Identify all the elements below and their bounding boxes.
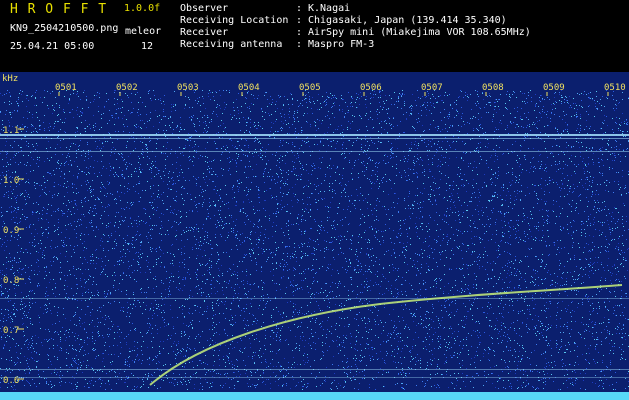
info-sep: : bbox=[296, 3, 303, 14]
file-name: KN9_2504210500.png bbox=[10, 23, 119, 34]
spectrogram-canvas: kHz 1.1 1.0 0.9 0.8 0.7 0.6 0501 0502 0503 0504 050… bbox=[0, 72, 629, 400]
carrier-line bbox=[0, 151, 629, 152]
info-value-receiver: AirSpy mini (Miakejima VOR 108.65MHz) bbox=[308, 27, 531, 38]
y-unit-label: kHz bbox=[2, 74, 18, 84]
y-tick-label: 0.6 bbox=[3, 376, 19, 386]
y-tick-label: 0.7 bbox=[3, 326, 19, 336]
y-tick-label: 0.8 bbox=[3, 276, 19, 286]
info-label-antenna: Receiving antenna bbox=[180, 39, 283, 50]
info-label-observer: Observer bbox=[180, 3, 229, 14]
carrier-line bbox=[0, 369, 629, 370]
info-label-receiver: Receiver bbox=[180, 27, 229, 38]
app-version: 1.0.0f bbox=[124, 3, 161, 14]
x-tick-label: 0507 bbox=[421, 83, 443, 93]
x-tick-label: 0503 bbox=[177, 83, 199, 93]
info-sep: : bbox=[296, 27, 303, 38]
app-title: H R O F F T bbox=[10, 2, 108, 17]
x-tick-label: 0505 bbox=[299, 83, 321, 93]
carrier-line bbox=[0, 138, 629, 139]
info-label-location: Receiving Location bbox=[180, 15, 289, 26]
carrier-line bbox=[0, 377, 629, 378]
info-sep: : bbox=[296, 39, 303, 50]
info-value-antenna: Maspro FM-3 bbox=[308, 39, 375, 50]
x-tick-label: 0504 bbox=[238, 83, 260, 93]
x-tick-label: 0502 bbox=[116, 83, 138, 93]
carrier-line bbox=[0, 298, 629, 299]
bottom-band bbox=[0, 392, 629, 400]
info-sep: : bbox=[296, 15, 303, 26]
y-tick-label: 0.9 bbox=[3, 226, 19, 236]
header: H R O F F T 1.0.0f KN9_2504210500.png me… bbox=[0, 0, 629, 72]
mode-label: meleor bbox=[125, 26, 162, 37]
carrier-line bbox=[0, 134, 629, 136]
info-value-location: Chigasaki, Japan (139.414 35.340) bbox=[308, 15, 507, 26]
y-tick-label: 1.1 bbox=[3, 126, 19, 136]
timestamp: 25.04.21 05:00 bbox=[10, 41, 95, 52]
y-tick-label: 1.0 bbox=[3, 176, 19, 186]
x-tick-label: 0506 bbox=[360, 83, 382, 93]
mode-value: 12 bbox=[141, 41, 154, 52]
info-value-observer: K.Nagai bbox=[308, 3, 351, 14]
x-tick-label: 0501 bbox=[55, 83, 77, 93]
spectrogram: kHz 1.1 1.0 0.9 0.8 0.7 0.6 0501 0502 0503 0504 050… bbox=[0, 72, 629, 400]
x-tick-label: 0509 bbox=[543, 83, 565, 93]
x-tick-label: 0510 bbox=[604, 83, 626, 93]
x-tick-label: 0508 bbox=[482, 83, 504, 93]
